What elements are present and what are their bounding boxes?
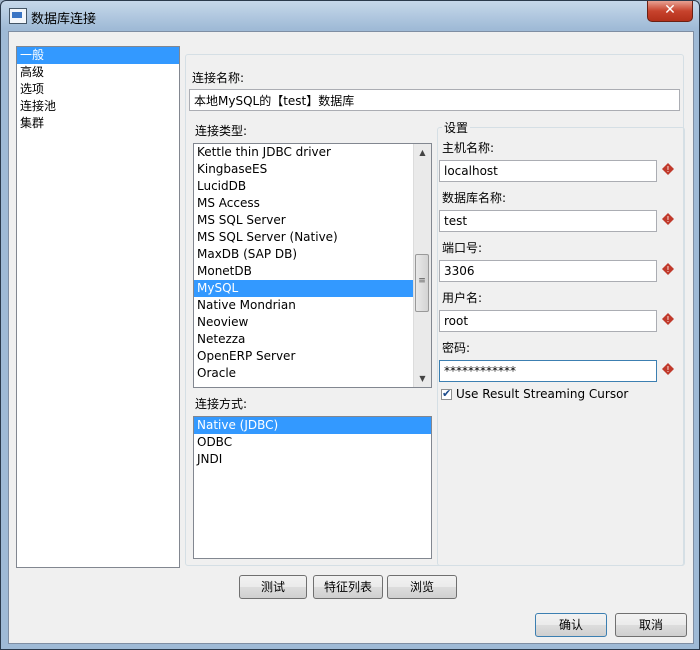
- ok-button[interactable]: 确认: [535, 613, 607, 637]
- nav-item-advanced[interactable]: 高级: [17, 64, 179, 81]
- access-method-item[interactable]: Native (JDBC): [194, 417, 431, 434]
- access-method-label: 连接方式:: [195, 397, 248, 411]
- feature-list-button[interactable]: 特征列表: [313, 575, 383, 599]
- cancel-button[interactable]: 取消: [615, 613, 687, 637]
- connection-type-item[interactable]: Native Mondrian: [194, 297, 431, 314]
- connection-type-item[interactable]: OpenERP Server: [194, 348, 431, 365]
- type-list-scrollbar[interactable]: ▲ ≡ ▼: [413, 144, 431, 387]
- streaming-cursor-label: Use Result Streaming Cursor: [456, 387, 629, 401]
- connection-type-item[interactable]: MS SQL Server (Native): [194, 229, 431, 246]
- scroll-up-arrow-icon[interactable]: ▲: [414, 144, 431, 161]
- connection-type-item[interactable]: Neoview: [194, 314, 431, 331]
- browse-button[interactable]: 浏览: [387, 575, 457, 599]
- settings-group-label: 设置: [442, 119, 471, 136]
- required-diamond-icon: !: [662, 313, 674, 325]
- svg-text:!: !: [666, 215, 669, 224]
- connection-type-item[interactable]: LucidDB: [194, 178, 431, 195]
- dialog-client-area: 一般 高级 选项 连接池 集群 连接名称: 连接类型: Kettle thin …: [8, 31, 694, 644]
- connection-type-label: 连接类型:: [195, 124, 248, 138]
- password-input[interactable]: [439, 360, 657, 382]
- checkmark-icon: ✔: [442, 387, 452, 400]
- database-name-input[interactable]: [439, 210, 657, 232]
- connection-name-label: 连接名称:: [192, 71, 245, 85]
- database-name-label: 数据库名称:: [442, 191, 507, 205]
- connection-type-list[interactable]: Kettle thin JDBC driver KingbaseES LucidDB…: [193, 143, 432, 388]
- password-label: 密码:: [442, 341, 471, 355]
- connection-type-item[interactable]: Netezza: [194, 331, 431, 348]
- scroll-down-arrow-icon[interactable]: ▼: [414, 370, 431, 387]
- port-input[interactable]: [439, 260, 657, 282]
- test-button[interactable]: 测试: [239, 575, 307, 599]
- close-button[interactable]: ✕: [647, 1, 693, 22]
- connection-type-item[interactable]: KingbaseES: [194, 161, 431, 178]
- connection-type-item[interactable]: MonetDB: [194, 263, 431, 280]
- host-input[interactable]: [439, 160, 657, 182]
- nav-item-cluster[interactable]: 集群: [17, 115, 179, 132]
- app-window-icon: [9, 8, 27, 24]
- username-label: 用户名:: [442, 291, 483, 305]
- required-diamond-icon: !: [662, 363, 674, 375]
- connection-type-item[interactable]: Oracle: [194, 365, 431, 382]
- required-diamond-icon: !: [662, 263, 674, 275]
- access-method-list[interactable]: Native (JDBC) ODBC JNDI: [193, 416, 432, 559]
- host-label: 主机名称:: [442, 141, 495, 155]
- port-label: 端口号:: [442, 241, 483, 255]
- category-list[interactable]: 一般 高级 选项 连接池 集群: [16, 46, 180, 568]
- svg-text:!: !: [666, 315, 669, 324]
- dialog-window: 数据库连接 ✕ 一般 高级 选项 连接池 集群 连接名称: 连接类型: Kett…: [0, 0, 700, 650]
- connection-type-item[interactable]: MySQL: [194, 280, 431, 297]
- username-input[interactable]: [439, 310, 657, 332]
- nav-item-general[interactable]: 一般: [17, 47, 179, 64]
- streaming-cursor-checkbox[interactable]: ✔: [441, 387, 452, 400]
- window-title: 数据库连接: [31, 12, 97, 27]
- nav-item-pooling[interactable]: 连接池: [17, 98, 179, 115]
- connection-type-item[interactable]: MaxDB (SAP DB): [194, 246, 431, 263]
- connection-type-item[interactable]: Kettle thin JDBC driver: [194, 144, 431, 161]
- nav-item-options[interactable]: 选项: [17, 81, 179, 98]
- svg-text:!: !: [666, 265, 669, 274]
- connection-type-item[interactable]: MS SQL Server: [194, 212, 431, 229]
- access-method-item[interactable]: JNDI: [194, 451, 431, 468]
- scroll-grip-icon: ≡: [418, 276, 426, 286]
- access-method-item[interactable]: ODBC: [194, 434, 431, 451]
- required-diamond-icon: !: [662, 213, 674, 225]
- svg-text:!: !: [666, 165, 669, 174]
- close-icon: ✕: [664, 2, 676, 18]
- svg-text:!: !: [666, 365, 669, 374]
- connection-type-item[interactable]: MS Access: [194, 195, 431, 212]
- title-bar[interactable]: 数据库连接 ✕: [1, 1, 699, 31]
- connection-name-input[interactable]: [189, 89, 680, 111]
- scrollbar-thumb[interactable]: ≡: [415, 254, 429, 312]
- required-diamond-icon: !: [662, 163, 674, 175]
